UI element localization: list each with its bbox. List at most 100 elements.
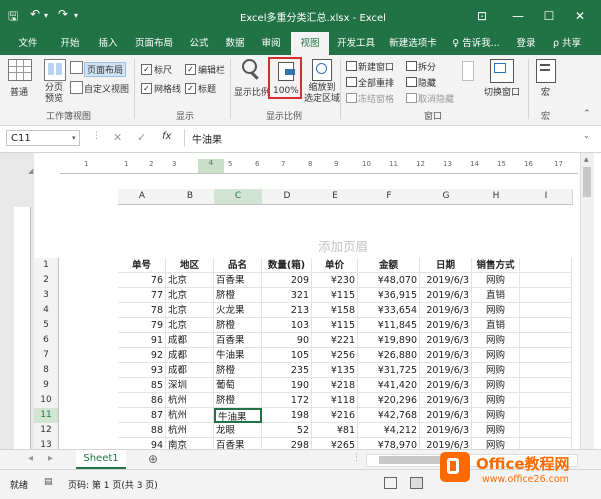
table-cell[interactable]: 网购 [472, 348, 520, 363]
table-cell[interactable]: 105 [262, 348, 312, 363]
table-cell[interactable]: 网购 [472, 423, 520, 438]
table-cell[interactable]: 脐橙 [214, 288, 262, 303]
tab-formulas[interactable]: 公式 [184, 32, 214, 55]
table-header-cell[interactable]: 金额 [358, 258, 420, 273]
switch-windows-label[interactable]: 切换窗口 [484, 85, 520, 98]
table-cell[interactable]: ¥19,890 [358, 333, 420, 348]
empty-cell[interactable] [520, 408, 572, 423]
normal-view-icon[interactable] [8, 59, 32, 81]
table-cell[interactable]: 葡萄 [214, 378, 262, 393]
collapse-ribbon-icon[interactable]: ⌃ [583, 109, 591, 119]
table-cell[interactable]: 杭州 [166, 393, 214, 408]
tab-page-layout[interactable]: 页面布局 [130, 32, 178, 55]
headings-checkbox[interactable]: ✓ [185, 83, 196, 94]
empty-cell[interactable] [520, 288, 572, 303]
table-cell[interactable]: 88 [118, 423, 166, 438]
table-cell[interactable]: 2019/6/3 [420, 288, 472, 303]
table-cell[interactable]: 2019/6/3 [420, 408, 472, 423]
table-cell[interactable]: 成都 [166, 348, 214, 363]
table-cell[interactable]: 成都 [166, 363, 214, 378]
table-cell[interactable]: ¥31,725 [358, 363, 420, 378]
table-cell[interactable]: 321 [262, 288, 312, 303]
column-header-B[interactable]: B [166, 189, 215, 205]
zoom-selection-label[interactable]: 缩放到 选定区域 [304, 83, 340, 105]
table-cell[interactable]: 93 [118, 363, 166, 378]
empty-cell[interactable] [520, 348, 572, 363]
tab-review[interactable]: 审阅 [256, 32, 286, 55]
row-header-8[interactable]: 8 [34, 363, 59, 379]
empty-cell[interactable] [520, 393, 572, 408]
column-header-D[interactable]: D [262, 189, 313, 205]
table-cell[interactable]: ¥216 [312, 408, 358, 423]
tell-me-search[interactable]: ♀ 告诉我... [448, 32, 504, 55]
table-cell[interactable]: 百香果 [214, 333, 262, 348]
table-cell[interactable]: 直销 [472, 318, 520, 333]
table-cell[interactable]: 脐橙 [214, 393, 262, 408]
table-cell[interactable]: 牛油果 [214, 348, 262, 363]
table-cell[interactable]: 2019/6/3 [420, 363, 472, 378]
table-cell[interactable]: ¥115 [312, 288, 358, 303]
table-cell[interactable]: 86 [118, 393, 166, 408]
view-side-by-side-icon[interactable] [462, 61, 474, 81]
table-cell[interactable]: ¥4,212 [358, 423, 420, 438]
table-cell[interactable]: 76 [118, 273, 166, 288]
table-cell[interactable]: 深圳 [166, 378, 214, 393]
hide-button[interactable]: 隐藏 [418, 76, 436, 89]
tab-developer[interactable]: 开发工具 [334, 32, 378, 55]
empty-cell[interactable] [520, 273, 572, 288]
column-header-C[interactable]: C [214, 189, 263, 205]
share-button[interactable]: ρ 共享 [544, 32, 590, 55]
tab-insert[interactable]: 插入 [92, 32, 124, 55]
table-cell[interactable]: 92 [118, 348, 166, 363]
gridlines-checkbox[interactable]: ✓ [141, 83, 152, 94]
tab-home[interactable]: 开始 [54, 32, 86, 55]
sheet-tab-sheet1[interactable]: Sheet1 [76, 450, 126, 469]
column-header-E[interactable]: E [312, 189, 359, 205]
page-layout-status-icon[interactable] [410, 477, 423, 489]
table-cell[interactable]: 103 [262, 318, 312, 333]
table-cell[interactable]: 百香果 [214, 273, 262, 288]
table-header-cell[interactable]: 日期 [420, 258, 472, 273]
arrange-all-button[interactable]: 全部重排 [358, 76, 394, 89]
table-cell[interactable]: ¥11,845 [358, 318, 420, 333]
table-cell[interactable]: 北京 [166, 318, 214, 333]
tab-file[interactable]: 文件 [12, 32, 44, 55]
ruler-checkbox[interactable]: ✓ [141, 64, 152, 75]
new-sheet-button[interactable]: ⊕ [148, 452, 158, 466]
table-cell[interactable]: 网购 [472, 303, 520, 318]
ribbon-display-options-button[interactable]: ⊡ [464, 0, 500, 32]
row-header-7[interactable]: 7 [34, 348, 59, 364]
table-cell[interactable]: 2019/6/3 [420, 393, 472, 408]
tab-splitter-icon[interactable]: ⋮ [352, 453, 361, 463]
table-cell[interactable]: 网购 [472, 378, 520, 393]
table-cell[interactable]: 龙眼 [214, 423, 262, 438]
tab-view[interactable]: 视图 [291, 32, 329, 55]
table-cell[interactable]: 成都 [166, 333, 214, 348]
undo-dropdown-icon[interactable]: ▾ [44, 11, 48, 20]
table-cell[interactable]: ¥115 [312, 318, 358, 333]
empty-cell[interactable] [520, 333, 572, 348]
table-cell[interactable]: 2019/6/3 [420, 273, 472, 288]
table-cell[interactable]: ¥81 [312, 423, 358, 438]
column-header-I[interactable]: I [520, 189, 573, 205]
table-cell[interactable]: ¥42,768 [358, 408, 420, 423]
header-placeholder[interactable]: 添加页眉 [318, 236, 368, 255]
table-cell[interactable]: 北京 [166, 288, 214, 303]
tab-data[interactable]: 数据 [220, 32, 250, 55]
vertical-scrollbar[interactable]: ▲ [580, 153, 594, 451]
split-button[interactable]: 拆分 [418, 60, 436, 73]
freeze-panes-button[interactable]: 冻结窗格 [358, 92, 394, 105]
undo-icon[interactable]: ↶ [30, 7, 40, 21]
table-cell[interactable]: 2019/6/3 [420, 303, 472, 318]
row-header-10[interactable]: 10 [34, 393, 59, 409]
name-box[interactable]: C11 [6, 130, 80, 146]
magnifier-icon[interactable] [242, 59, 260, 81]
close-button[interactable]: ✕ [562, 0, 598, 32]
sign-in-link[interactable]: 登录 [512, 32, 540, 55]
table-cell[interactable]: 2019/6/3 [420, 333, 472, 348]
table-cell[interactable]: ¥118 [312, 393, 358, 408]
normal-view-label[interactable]: 普通 [10, 85, 28, 98]
table-cell[interactable]: 85 [118, 378, 166, 393]
empty-cell[interactable] [520, 378, 572, 393]
page-layout-button[interactable]: 页面布局 [84, 62, 127, 77]
